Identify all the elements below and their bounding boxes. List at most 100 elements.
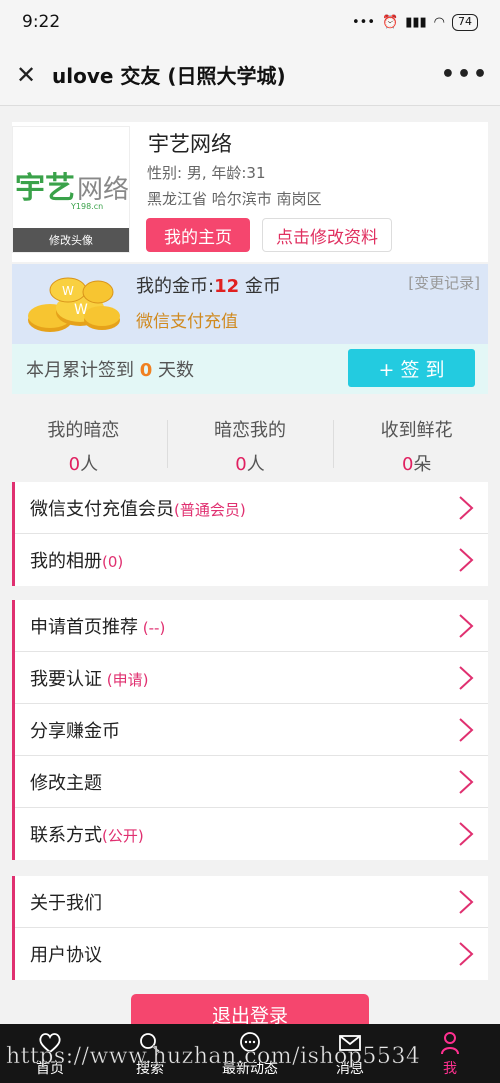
stats-row: 我的暗恋 0人 暗恋我的 0人 收到鲜花 0朵 <box>0 408 500 478</box>
logo-text: 宇艺 <box>15 171 75 206</box>
menu-item-recharge-member[interactable]: 微信支付充值会员(普通会员) <box>15 482 488 534</box>
stat-unit: 人 <box>80 454 99 475</box>
chevron-right-icon <box>459 548 474 572</box>
menu-item-homepage-recommend[interactable]: 申请首页推荐 (--) <box>15 600 488 652</box>
more-icon[interactable]: ••• <box>430 44 500 106</box>
stat-value: 0朵 <box>333 450 500 476</box>
my-homepage-button[interactable]: 我的主页 <box>146 218 250 252</box>
dots-icon: ••• <box>351 14 375 30</box>
gold-coins-icon: W W <box>28 277 120 332</box>
stat-value: 0人 <box>0 450 167 476</box>
avatar-logo: 宇艺 网络 <box>15 163 129 206</box>
stat-label: 暗恋我的 <box>214 420 286 441</box>
sign-in-panel: 本月累计签到 0 天数 + 签 到 <box>12 344 488 394</box>
stat-unit: 朵 <box>413 454 432 475</box>
menu-sub: (普通会员) <box>174 500 246 519</box>
logo-url: Y198.cn <box>71 202 104 211</box>
menu-item-album[interactable]: 我的相册(0) <box>15 534 488 586</box>
coins-panel: W W 我的金币:12 金币 [变更记录] 微信支付充值 <box>12 264 488 344</box>
menu-item-theme[interactable]: 修改主题 <box>15 756 488 808</box>
user-icon <box>441 1031 459 1054</box>
chevron-right-icon <box>459 495 474 520</box>
coin-label: 我的金币: <box>136 276 215 297</box>
edit-profile-button[interactable]: 点击修改资料 <box>262 218 392 252</box>
chevron-right-icon <box>459 769 474 794</box>
avatar[interactable]: 宇艺 网络 Y198.cn 修改头像 <box>12 126 130 253</box>
close-icon[interactable]: ✕ <box>0 44 52 106</box>
menu-label: 申请首页推荐 (--) <box>30 613 165 639</box>
stat-number: 0 <box>401 454 414 475</box>
sign-suffix: 天数 <box>158 360 194 381</box>
menu-sub: (公开) <box>102 827 144 845</box>
sign-in-count: 本月累计签到 0 天数 <box>26 356 194 382</box>
chevron-right-icon <box>459 717 474 742</box>
menu-item-user-agreement[interactable]: 用户协议 <box>15 928 488 980</box>
menu-item-share-earn[interactable]: 分享赚金币 <box>15 704 488 756</box>
tab-label: 我 <box>443 1060 457 1077</box>
svg-text:W: W <box>74 302 88 318</box>
menu-text: 我的相册 <box>30 551 102 572</box>
menu-text: 用户协议 <box>30 945 102 966</box>
menu-group-membership: 微信支付充值会员(普通会员) 我的相册(0) <box>12 482 488 586</box>
chevron-right-icon <box>459 613 474 638</box>
profile-location: 黑龙江省 哈尔滨市 南岗区 <box>147 190 322 208</box>
menu-text: 微信支付充值会员 <box>30 498 174 520</box>
menu-text: 关于我们 <box>30 892 102 914</box>
menu-label: 联系方式(公开) <box>30 821 144 847</box>
chevron-right-icon <box>459 822 474 846</box>
status-time: 9:22 <box>22 12 61 32</box>
title-bar: ✕ ulove 交友 (日照大学城) ••• <box>0 44 500 106</box>
stat-number: 0 <box>235 454 247 475</box>
stat-value: 0人 <box>167 450 334 476</box>
signal-icon: ▮▮▮ <box>405 14 427 30</box>
menu-label: 关于我们 <box>30 889 102 915</box>
menu-item-about-us[interactable]: 关于我们 <box>15 876 488 928</box>
stat-label: 我的暗恋 <box>47 420 120 441</box>
coin-unit: 金币 <box>239 276 281 297</box>
menu-label: 分享赚金币 <box>30 717 120 743</box>
menu-group-features: 申请首页推荐 (--) 我要认证 (申请) 分享赚金币 修改主题 联系方式(公开… <box>12 600 488 860</box>
sign-prefix: 本月累计签到 <box>26 360 134 381</box>
logout-button[interactable]: 退出登录 <box>131 994 369 1024</box>
logo-text-2: 网络 <box>76 175 129 205</box>
menu-text: 修改主题 <box>30 772 102 794</box>
change-log-link[interactable]: [变更记录] <box>408 272 480 293</box>
menu-text: 分享赚金币 <box>30 720 120 742</box>
menu-sub: (0) <box>102 553 124 571</box>
wifi-icon: ◠ <box>433 14 445 30</box>
menu-sub: (申请) <box>102 670 149 689</box>
sign-days: 0 <box>139 360 153 381</box>
menu-item-contact[interactable]: 联系方式(公开) <box>15 808 488 860</box>
chevron-right-icon <box>459 665 474 690</box>
menu-label: 微信支付充值会员(普通会员) <box>30 495 246 521</box>
menu-label: 用户协议 <box>30 941 102 967</box>
menu-label: 我要认证 (申请) <box>30 665 148 691</box>
svg-text:W: W <box>62 284 74 298</box>
stat-my-crush[interactable]: 我的暗恋 0人 <box>0 408 167 478</box>
status-icons: ••• ⏰ ▮▮▮ ◠ 74 <box>351 13 478 31</box>
change-avatar-label[interactable]: 修改头像 <box>13 228 129 252</box>
menu-text: 联系方式 <box>30 825 102 846</box>
profile-card: 宇艺 网络 Y198.cn 修改头像 宇艺网络 性别: 男, 年龄:31 黑龙江… <box>12 122 488 262</box>
status-bar: 9:22 ••• ⏰ ▮▮▮ ◠ 74 <box>0 0 500 44</box>
watermark-text: https://www.huzhan.com/ishop5534 <box>6 1044 421 1070</box>
stat-crush-on-me[interactable]: 暗恋我的 0人 <box>166 408 334 478</box>
stat-label: 收到鲜花 <box>380 420 453 441</box>
profile-info: 性别: 男, 年龄:31 <box>147 164 266 182</box>
menu-sub: (--) <box>138 618 166 637</box>
main-content: 宇艺 网络 Y198.cn 修改头像 宇艺网络 性别: 男, 年龄:31 黑龙江… <box>0 106 500 1024</box>
menu-label: 我的相册(0) <box>30 547 123 573</box>
battery-icon: 74 <box>452 13 478 31</box>
menu-group-about: 关于我们 用户协议 <box>12 876 488 980</box>
sign-in-button[interactable]: + 签 到 <box>348 349 475 387</box>
menu-item-verification[interactable]: 我要认证 (申请) <box>15 652 488 704</box>
coin-amount: 12 <box>214 276 240 297</box>
menu-label: 修改主题 <box>30 769 102 795</box>
chevron-right-icon <box>459 942 474 966</box>
page-title: ulove 交友 (日照大学城) <box>52 64 286 88</box>
wechat-recharge-link[interactable]: 微信支付充值 <box>136 307 238 332</box>
coin-balance: 我的金币:12 金币 <box>136 272 281 298</box>
alarm-icon: ⏰ <box>382 14 399 30</box>
stat-unit: 人 <box>246 454 265 475</box>
stat-flowers[interactable]: 收到鲜花 0朵 <box>333 408 500 478</box>
